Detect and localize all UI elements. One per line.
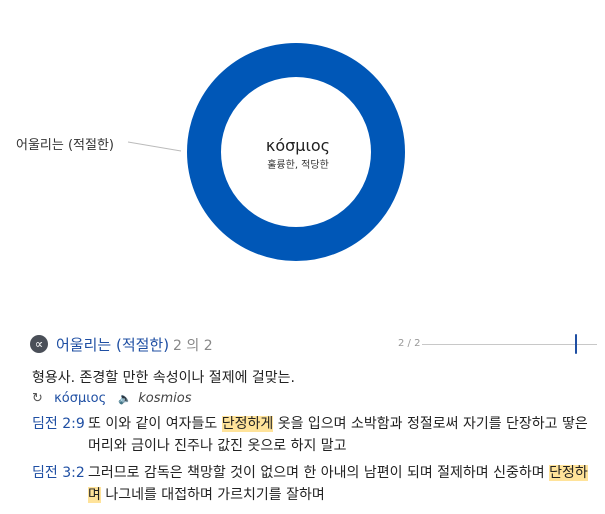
verse-reference[interactable]: 딤전 3:2 bbox=[32, 462, 85, 484]
sense-definition: 형용사. 존경할 만한 속성이나 절제에 걸맞는. bbox=[32, 370, 295, 386]
lemma-row: ↻ κόσμιος 🔈 kosmios bbox=[32, 391, 192, 409]
lemma-greek[interactable]: κόσμιος bbox=[54, 391, 106, 406]
verse-reference[interactable]: 딤전 2:9 bbox=[32, 413, 85, 435]
verse-text-before: 또 이와 같이 여자들도 bbox=[88, 416, 222, 432]
verse-highlight: 단정하게 bbox=[221, 416, 274, 432]
speaker-icon[interactable]: 🔈 bbox=[118, 392, 132, 405]
alpha-omega-icon: ∝ bbox=[30, 335, 48, 353]
sense-count: 2 의 2 bbox=[173, 338, 213, 354]
slice-leader-line bbox=[127, 141, 182, 152]
pager-track[interactable] bbox=[422, 344, 597, 345]
sense-header: ∝ 어울리는 (적절한) 2 의 2 2 / 2 bbox=[30, 333, 605, 357]
donut-center-subtitle: 훌륭한, 적당한 bbox=[267, 160, 329, 171]
verse-text-after: 나그네를 대접하며 가르치기를 잘하며 bbox=[100, 487, 325, 503]
donut-center-title: κόσμιος bbox=[265, 136, 331, 155]
pager-text: 2 / 2 bbox=[398, 338, 421, 349]
slice-label: 어울리는 (적절한) bbox=[16, 138, 114, 153]
refresh-icon[interactable]: ↻ bbox=[32, 391, 46, 406]
verse-text: 그러므로 감독은 책망할 것이 없으며 한 아내의 남편이 되며 절제하며 신중… bbox=[88, 462, 593, 506]
lemma-transliteration: kosmios bbox=[138, 391, 192, 406]
donut-chart: κόσμιος 훌륭한, 적당한 어울리는 (적절한) bbox=[0, 0, 605, 300]
verse-text-before: 그러므로 감독은 책망할 것이 없으며 한 아내의 남편이 되며 절제하며 신중… bbox=[88, 465, 550, 481]
sense-title[interactable]: 어울리는 (적절한) bbox=[56, 334, 169, 355]
pager-handle[interactable] bbox=[575, 334, 577, 354]
verse-text: 또 이와 같이 여자들도 단정하게 옷을 입으며 소박함과 정절로써 자기를 단… bbox=[88, 413, 593, 457]
